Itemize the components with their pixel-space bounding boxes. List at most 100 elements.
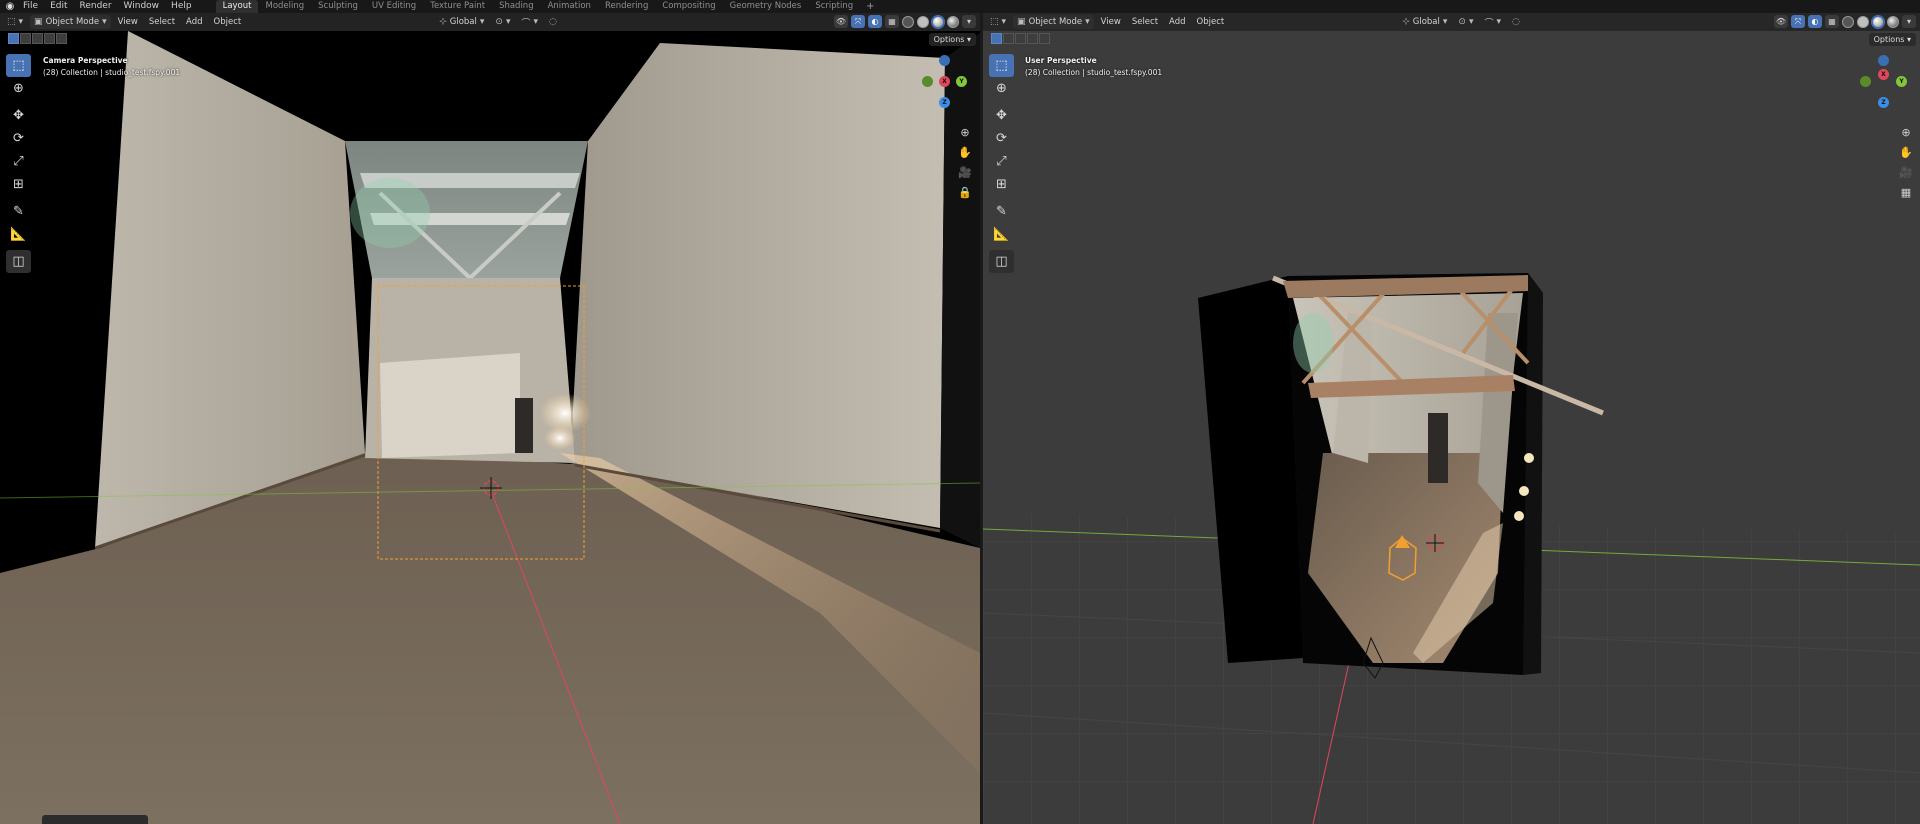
add-workspace-button[interactable]: + <box>860 0 880 13</box>
select-box-tool-icon[interactable]: ⬚ <box>989 54 1014 77</box>
tab-animation[interactable]: Animation <box>541 0 598 13</box>
menu-object[interactable]: Object <box>1193 15 1229 29</box>
menu-render[interactable]: Render <box>74 0 118 13</box>
lock-camera-icon[interactable]: 🔒 <box>958 184 972 200</box>
tab-sculpting[interactable]: Sculpting <box>311 0 365 13</box>
move-tool-icon[interactable]: ✥ <box>989 104 1014 127</box>
menu-window[interactable]: Window <box>118 0 166 13</box>
select-intersect-icon[interactable] <box>1039 32 1050 44</box>
pan-hand-icon[interactable]: ✋ <box>958 144 972 160</box>
tab-shading[interactable]: Shading <box>492 0 541 13</box>
transform-orientation-select[interactable]: ⊹ Global ▾ <box>1398 15 1451 29</box>
material-preview-shading-icon[interactable] <box>1872 15 1884 28</box>
cursor-tool-icon[interactable]: ⊕ <box>989 77 1014 100</box>
editor-type-button[interactable]: ⬚ ▾ <box>3 15 27 29</box>
select-extend-icon[interactable] <box>20 32 31 44</box>
gizmo-neg-y-icon[interactable] <box>922 76 933 87</box>
editor-type-button[interactable]: ⬚ ▾ <box>986 15 1010 29</box>
select-subtract-icon[interactable] <box>32 32 43 44</box>
shading-options-icon[interactable]: ▾ <box>962 15 976 28</box>
camera-view-icon[interactable]: 🎥 <box>1899 164 1913 180</box>
rotate-tool-icon[interactable]: ⟳ <box>989 127 1014 150</box>
camera-view-icon[interactable]: 🎥 <box>958 164 972 180</box>
solid-shading-icon[interactable] <box>1857 15 1869 28</box>
annotate-tool-icon[interactable]: ✎ <box>6 200 31 223</box>
blender-logo-icon[interactable]: ◉ <box>3 0 17 13</box>
gizmo-neg-z-icon[interactable] <box>939 55 950 66</box>
xray-toggle-icon[interactable]: ▦ <box>1825 15 1839 28</box>
scale-tool-icon[interactable]: ⤢ <box>6 150 31 173</box>
shading-options-icon[interactable]: ▾ <box>1902 15 1916 28</box>
select-subtract-icon[interactable] <box>1015 32 1026 44</box>
gizmo-z-icon[interactable]: Z <box>939 97 950 108</box>
menu-select[interactable]: Select <box>1128 15 1162 29</box>
mode-select[interactable]: ▣ Object Mode ▾ <box>1013 15 1094 29</box>
menu-view[interactable]: View <box>1097 15 1125 29</box>
rendered-shading-icon[interactable] <box>947 15 959 28</box>
tab-scripting[interactable]: Scripting <box>808 0 860 13</box>
transform-orientation-select[interactable]: ⊹ Global ▾ <box>435 15 488 29</box>
menu-view[interactable]: View <box>114 15 142 29</box>
gizmo-neg-y-icon[interactable] <box>1860 76 1871 87</box>
pivot-point-button[interactable]: ⊙ ▾ <box>1454 15 1477 29</box>
visibility-icon[interactable]: 👁 <box>834 15 848 28</box>
move-tool-icon[interactable]: ✥ <box>6 104 31 127</box>
menu-add[interactable]: Add <box>1165 15 1189 29</box>
overlay-toggle-icon[interactable]: ◐ <box>868 15 882 28</box>
select-extend-icon[interactable] <box>1003 32 1014 44</box>
zoom-icon[interactable]: ⊕ <box>1899 124 1913 140</box>
select-invert-icon[interactable] <box>44 32 55 44</box>
proportional-edit-toggle[interactable]: ◌ <box>1508 15 1524 29</box>
mode-select[interactable]: ▣ Object Mode ▾ <box>30 15 111 29</box>
tab-modeling[interactable]: Modeling <box>258 0 311 13</box>
tab-texture-paint[interactable]: Texture Paint <box>423 0 492 13</box>
pan-hand-icon[interactable]: ✋ <box>1899 144 1913 160</box>
select-box-tool-icon[interactable]: ⬚ <box>6 54 31 77</box>
navigation-gizmo[interactable]: X Y Z <box>1856 55 1912 125</box>
menu-add[interactable]: Add <box>182 15 206 29</box>
gizmo-neg-z-icon[interactable] <box>1878 55 1889 66</box>
tab-compositing[interactable]: Compositing <box>655 0 722 13</box>
select-invert-icon[interactable] <box>1027 32 1038 44</box>
annotate-tool-icon[interactable]: ✎ <box>989 200 1014 223</box>
add-cube-tool-icon[interactable]: ◫ <box>6 250 31 273</box>
navigation-gizmo[interactable]: X Y Z <box>920 55 970 125</box>
add-cube-tool-icon[interactable]: ◫ <box>989 250 1014 273</box>
wireframe-shading-icon[interactable] <box>902 15 914 28</box>
pivot-point-button[interactable]: ⊙ ▾ <box>491 15 514 29</box>
visibility-icon[interactable]: 👁 <box>1774 15 1788 28</box>
cursor-tool-icon[interactable]: ⊕ <box>6 77 31 100</box>
menu-edit[interactable]: Edit <box>44 0 73 13</box>
viewport-camera[interactable]: ⬚ ▾ ▣ Object Mode ▾ View Select Add Object … <box>0 13 980 824</box>
menu-file[interactable]: File <box>17 0 44 13</box>
gizmo-x-icon[interactable]: X <box>1878 69 1889 80</box>
select-intersect-icon[interactable] <box>56 32 67 44</box>
material-preview-shading-icon[interactable] <box>932 15 944 28</box>
rotate-tool-icon[interactable]: ⟳ <box>6 127 31 150</box>
gizmo-toggle-icon[interactable]: ⤧ <box>1791 15 1805 28</box>
scale-tool-icon[interactable]: ⤢ <box>989 150 1014 173</box>
menu-help[interactable]: Help <box>165 0 198 13</box>
measure-tool-icon[interactable]: 📐 <box>989 223 1014 246</box>
tab-layout[interactable]: Layout <box>215 0 259 13</box>
last-operator-panel[interactable] <box>42 815 148 824</box>
overlay-toggle-icon[interactable]: ◐ <box>1808 15 1822 28</box>
menu-select[interactable]: Select <box>145 15 179 29</box>
zoom-icon[interactable]: ⊕ <box>958 124 972 140</box>
options-dropdown[interactable]: Options ▾ <box>1868 33 1916 46</box>
gizmo-y-icon[interactable]: Y <box>956 76 967 87</box>
solid-shading-icon[interactable] <box>917 15 929 28</box>
select-set-icon[interactable] <box>8 32 19 44</box>
viewport-user[interactable]: ⬚ ▾ ▣ Object Mode ▾ View Select Add Object … <box>983 13 1920 824</box>
rendered-shading-icon[interactable] <box>1887 15 1899 28</box>
menu-object[interactable]: Object <box>210 15 246 29</box>
gizmo-x-icon[interactable]: X <box>939 76 950 87</box>
xray-toggle-icon[interactable]: ▦ <box>885 15 899 28</box>
tab-rendering[interactable]: Rendering <box>598 0 655 13</box>
tab-geometry-nodes[interactable]: Geometry Nodes <box>723 0 809 13</box>
gizmo-z-icon[interactable]: Z <box>1878 97 1889 108</box>
wireframe-shading-icon[interactable] <box>1842 15 1854 28</box>
options-dropdown[interactable]: Options ▾ <box>928 33 976 46</box>
measure-tool-icon[interactable]: 📐 <box>6 223 31 246</box>
proportional-edit-toggle[interactable]: ◌ <box>545 15 561 29</box>
